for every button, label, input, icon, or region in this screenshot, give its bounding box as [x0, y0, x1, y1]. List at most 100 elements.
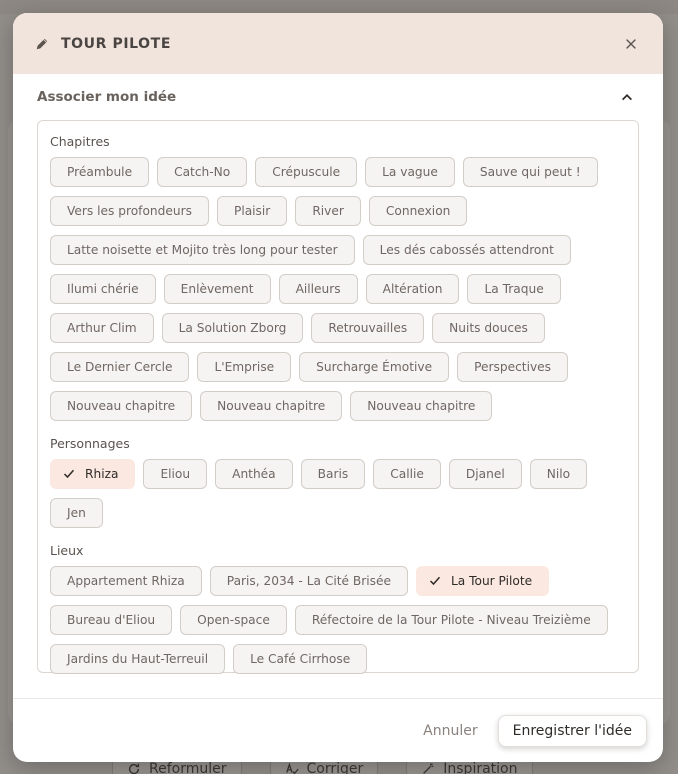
chapter-chip-label: Vers les profondeurs	[67, 204, 192, 218]
chapters-chip-list: Préambule Catch-No Crépuscule La vague Sauve…	[50, 157, 626, 421]
places-chip-list: Appartement Rhiza Paris, 2034 - La Cité B…	[50, 566, 626, 674]
save-idea-button[interactable]: Enregistrer l'idée	[497, 714, 647, 747]
chapter-chip-label: Ailleurs	[295, 282, 341, 296]
place-chip[interactable]: Appartement Rhiza	[50, 566, 202, 596]
chapter-chip-label: La vague	[382, 165, 438, 179]
chapter-chip-label: Préambule	[67, 165, 133, 179]
character-chip-label: Eliou	[160, 467, 191, 481]
chapter-chip-label: Nouveau chapitre	[67, 399, 176, 413]
chapter-chip[interactable]: River	[295, 196, 361, 226]
place-chip[interactable]: Réfectoire de la Tour Pilote - Niveau Tr…	[294, 605, 608, 635]
chapter-chip[interactable]: Connexion	[368, 196, 468, 226]
chapter-chip[interactable]: Surcharge Émotive	[299, 352, 450, 382]
chapter-chip-label: Plaisir	[233, 204, 271, 218]
chapter-chip-label: Connexion	[385, 204, 451, 218]
chapter-chip[interactable]: Enlèvement	[163, 274, 271, 304]
dialog-footer: Annuler Enregistrer l'idée	[13, 698, 663, 762]
chapter-chip-label: La Traque	[484, 282, 544, 296]
chapter-chip[interactable]: Arthur Clim	[50, 313, 154, 343]
character-chip[interactable]: Jen	[50, 498, 103, 528]
place-chip[interactable]: La Tour Pilote	[415, 566, 550, 596]
place-chip-label: Appartement Rhiza	[67, 574, 185, 588]
character-chip[interactable]: Callie	[373, 459, 441, 489]
chevron-up-icon[interactable]	[617, 87, 637, 107]
dialog-body: Associer mon idée Chapitres Préambule Cat…	[13, 74, 663, 698]
chapter-chip[interactable]: La Traque	[467, 274, 561, 304]
chapters-label: Chapitres	[50, 134, 110, 149]
character-chip[interactable]: Baris	[300, 459, 366, 489]
chapter-chip-label: River	[312, 204, 344, 218]
place-chip[interactable]: Paris, 2034 - La Cité Brisée	[209, 566, 408, 596]
dialog-header: TOUR PILOTE	[13, 13, 663, 74]
close-icon[interactable]	[619, 32, 643, 56]
associate-idea-dialog: TOUR PILOTE Associer mon idée Chapitres …	[13, 13, 663, 762]
cancel-button[interactable]: Annuler	[423, 723, 477, 739]
place-chip-label: Paris, 2034 - La Cité Brisée	[226, 574, 391, 588]
chapter-chip[interactable]: Nouveau chapitre	[50, 391, 193, 421]
chapter-chip-label: Arthur Clim	[67, 321, 137, 335]
chapter-chip[interactable]: Nuits douces	[432, 313, 545, 343]
section-title: Associer mon idée	[37, 89, 177, 105]
chapter-chip[interactable]: Sauve qui peut !	[462, 157, 598, 187]
chapter-chip-label: Latte noisette et Mojito très long pour …	[67, 243, 338, 257]
character-chip-label: Callie	[390, 467, 424, 481]
place-chip-label: Réfectoire de la Tour Pilote - Niveau Tr…	[311, 613, 591, 627]
chapter-chip[interactable]: Nouveau chapitre	[200, 391, 343, 421]
chapter-chip[interactable]: Perspectives	[457, 352, 569, 382]
chapter-chip-label: Sauve qui peut !	[479, 165, 581, 179]
chapter-chip[interactable]: Catch-No	[157, 157, 248, 187]
characters-label: Personnages	[50, 436, 130, 451]
place-chip[interactable]: Jardins du Haut-Terreuil	[50, 644, 226, 674]
character-chip-label: Rhiza	[85, 467, 119, 481]
chapter-chip-label: Catch-No	[174, 165, 231, 179]
chapter-chip[interactable]: Préambule	[50, 157, 150, 187]
character-chip-label: Nilo	[546, 467, 571, 481]
chapter-chip-label: Crépuscule	[272, 165, 341, 179]
check-icon	[429, 575, 441, 587]
chapter-chip[interactable]: Vers les profondeurs	[50, 196, 209, 226]
chapter-chip-label: Nuits douces	[449, 321, 528, 335]
place-chip[interactable]: Le Café Cirrhose	[233, 644, 368, 674]
character-chip-label: Jen	[67, 506, 86, 520]
character-chip[interactable]: Nilo	[529, 459, 588, 489]
chapter-chip-label: Les dés cabossés attendront	[379, 243, 554, 257]
associate-section-header[interactable]: Associer mon idée	[37, 74, 639, 118]
chapter-chip[interactable]: Les dés cabossés attendront	[362, 235, 571, 265]
chapter-chip[interactable]: Ailleurs	[278, 274, 358, 304]
chapter-chip[interactable]: Le Dernier Cercle	[50, 352, 190, 382]
chapter-chip[interactable]: Plaisir	[216, 196, 288, 226]
chapter-chip-label: Surcharge Émotive	[316, 360, 433, 374]
chapter-chip[interactable]: Nouveau chapitre	[350, 391, 493, 421]
chapter-chip[interactable]: Altération	[365, 274, 460, 304]
chapter-chip[interactable]: Retrouvailles	[311, 313, 425, 343]
chapter-chip-label: Ilumi chérie	[67, 282, 139, 296]
chapter-chip-label: Nouveau chapitre	[217, 399, 326, 413]
chapter-chip[interactable]: Crépuscule	[255, 157, 358, 187]
chapter-chip[interactable]: La Solution Zborg	[161, 313, 304, 343]
character-chip-label: Djanel	[465, 467, 505, 481]
place-chip-label: Le Café Cirrhose	[250, 652, 351, 666]
place-chip[interactable]: Open-space	[180, 605, 287, 635]
dialog-title: TOUR PILOTE	[61, 35, 171, 52]
chapter-chip[interactable]: L'Emprise	[197, 352, 292, 382]
chapter-chip-label: Retrouvailles	[328, 321, 408, 335]
chapter-chip-label: L'Emprise	[214, 360, 275, 374]
character-chip[interactable]: Eliou	[143, 459, 208, 489]
place-chip-label: Jardins du Haut-Terreuil	[67, 652, 209, 666]
characters-chip-list: Rhiza Eliou Anthéa Baris Callie Djanel Nilo Jen	[50, 459, 626, 528]
character-chip-label: Anthéa	[232, 467, 276, 481]
chapter-chip[interactable]: La vague	[365, 157, 455, 187]
places-label: Lieux	[50, 543, 84, 558]
chapter-chip[interactable]: Ilumi chérie	[50, 274, 156, 304]
place-chip-label: Bureau d'Eliou	[67, 613, 156, 627]
character-chip[interactable]: Rhiza	[50, 459, 136, 489]
check-icon	[63, 468, 75, 480]
character-chip-label: Baris	[317, 467, 349, 481]
chapter-chip-label: Perspectives	[474, 360, 552, 374]
association-panel: Chapitres Préambule Catch-No Crépuscule La …	[37, 120, 639, 674]
chapter-chip[interactable]: Latte noisette et Mojito très long pour …	[50, 235, 355, 265]
place-chip[interactable]: Bureau d'Eliou	[50, 605, 173, 635]
character-chip[interactable]: Djanel	[448, 459, 522, 489]
character-chip[interactable]: Anthéa	[215, 459, 293, 489]
chapter-chip-label: Nouveau chapitre	[367, 399, 476, 413]
